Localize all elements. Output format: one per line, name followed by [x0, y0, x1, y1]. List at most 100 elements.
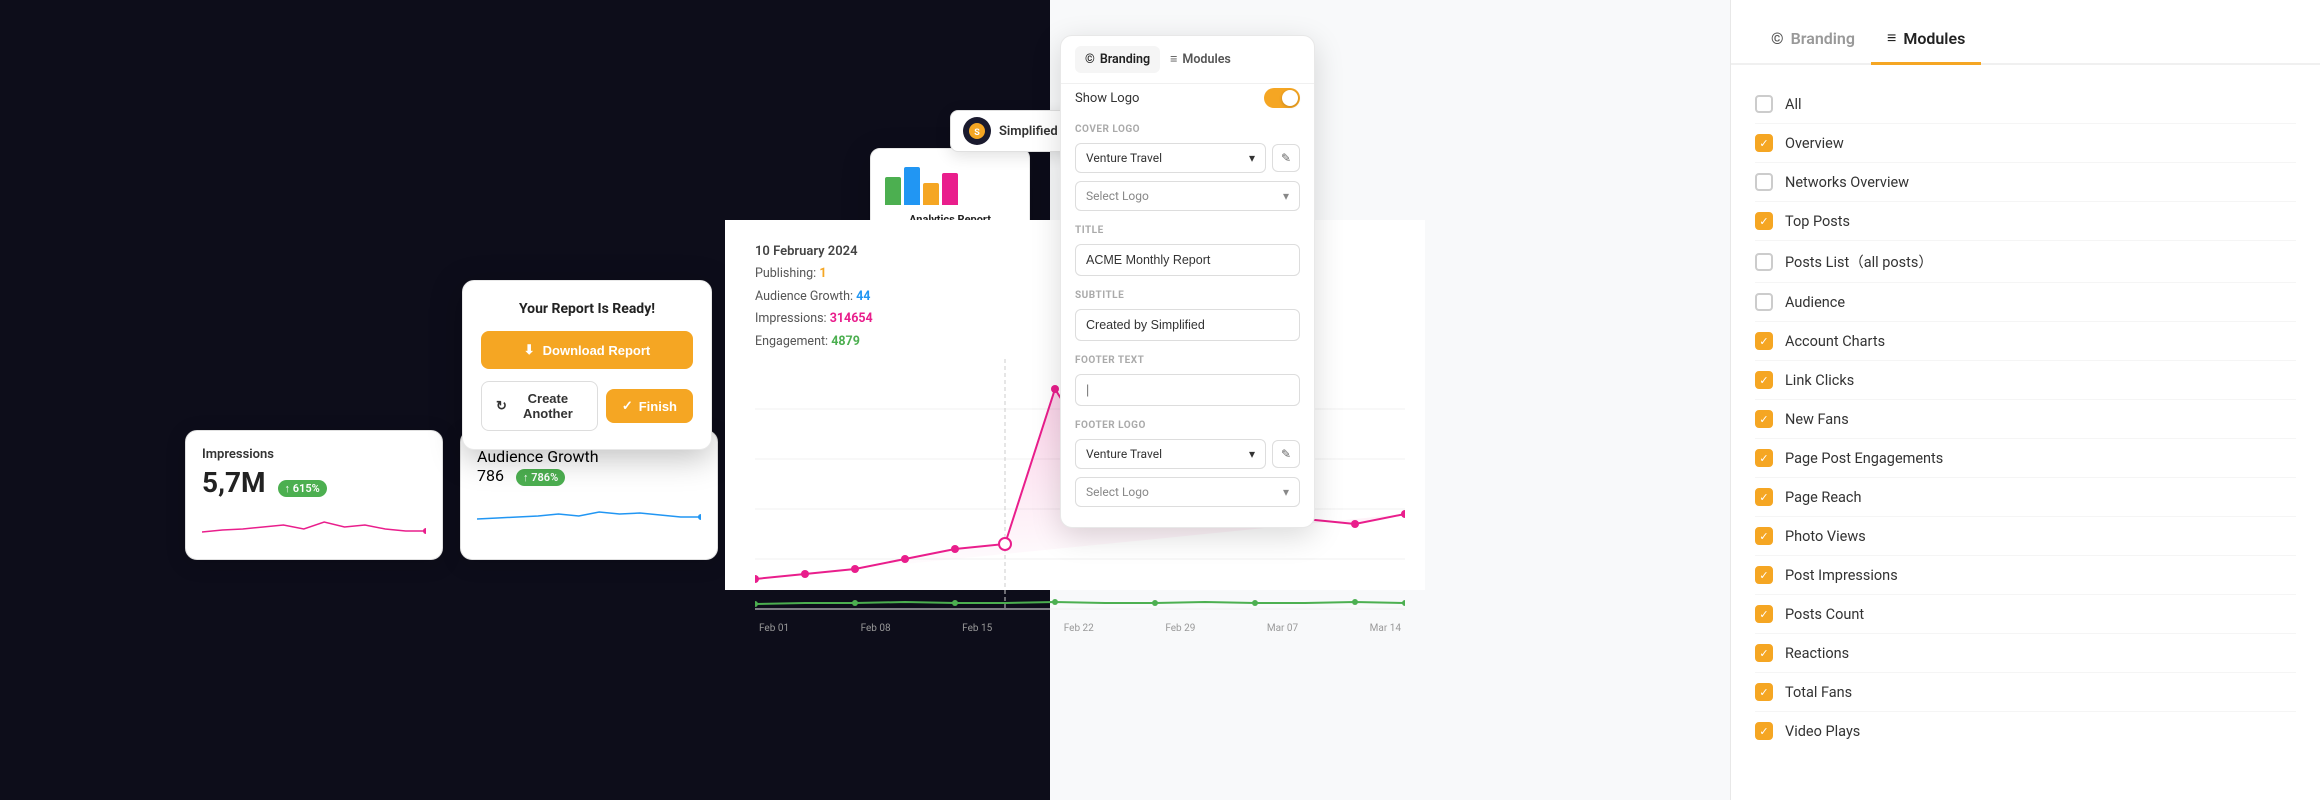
modules-icon-small: ≡	[1170, 52, 1177, 67]
svg-text:S: S	[974, 128, 980, 138]
title-input[interactable]	[1075, 244, 1300, 276]
module-item-link-clicks[interactable]: ✓ Link Clicks	[1755, 361, 2296, 400]
module-item-all[interactable]: All	[1755, 85, 2296, 124]
x-label-7: Mar 14	[1370, 623, 1401, 634]
module-label-all: All	[1785, 96, 1802, 113]
x-label-6: Mar 07	[1267, 623, 1298, 634]
checkbox-top-posts[interactable]: ✓	[1755, 212, 1773, 230]
cover-logo-dropdown[interactable]: Venture Travel ▾	[1075, 143, 1266, 173]
module-item-page-reach[interactable]: ✓ Page Reach	[1755, 478, 2296, 517]
audience-badge: ↑ 786%	[516, 469, 565, 486]
checkbox-posts-list[interactable]	[1755, 253, 1773, 271]
module-label-posts-count: Posts Count	[1785, 606, 1864, 623]
module-label-total-fans: Total Fans	[1785, 684, 1852, 701]
module-item-reactions[interactable]: ✓ Reactions	[1755, 634, 2296, 673]
checkbox-page-reach[interactable]: ✓	[1755, 488, 1773, 506]
checkbox-link-clicks[interactable]: ✓	[1755, 371, 1773, 389]
module-label-page-reach: Page Reach	[1785, 489, 1861, 506]
cover-logo-edit-button[interactable]: ✎	[1272, 144, 1300, 172]
download-label: Download Report	[543, 343, 651, 358]
logo-selector-text: Simplified	[999, 124, 1058, 139]
footer-text-input[interactable]	[1075, 374, 1300, 406]
cover-logo-row: Venture Travel ▾ ✎	[1061, 139, 1314, 177]
module-item-posts-count[interactable]: ✓ Posts Count	[1755, 595, 2296, 634]
module-item-total-fans[interactable]: ✓ Total Fans	[1755, 673, 2296, 712]
checkbox-video-plays[interactable]: ✓	[1755, 722, 1773, 740]
checkbox-account-charts[interactable]: ✓	[1755, 332, 1773, 350]
download-report-button[interactable]: ⬇ Download Report	[481, 331, 693, 369]
module-label-photo-views: Photo Views	[1785, 528, 1866, 545]
module-label-post-impressions: Post Impressions	[1785, 567, 1898, 584]
module-label-overview: Overview	[1785, 135, 1844, 152]
create-another-button[interactable]: ↻ Create Another	[481, 381, 598, 431]
branding-panel-header: © Branding ≡ Modules	[1061, 36, 1314, 84]
module-label-new-fans: New Fans	[1785, 411, 1849, 428]
finish-label: Finish	[639, 399, 677, 414]
edit-icon: ✎	[1281, 447, 1291, 461]
module-item-page-post-engagements[interactable]: ✓ Page Post Engagements	[1755, 439, 2296, 478]
module-label-reactions: Reactions	[1785, 645, 1849, 662]
module-label-link-clicks: Link Clicks	[1785, 372, 1854, 389]
right-panel: © Branding ≡ Modules All ✓ Overview Netw…	[1730, 0, 2320, 800]
module-label-posts-list: Posts List（all posts）	[1785, 251, 1933, 272]
checkbox-audience[interactable]	[1755, 293, 1773, 311]
checkbox-total-fans[interactable]: ✓	[1755, 683, 1773, 701]
audience-value: 786	[477, 466, 504, 485]
modules-list-icon: ≡	[1887, 28, 1896, 48]
checkbox-new-fans[interactable]: ✓	[1755, 410, 1773, 428]
refresh-icon: ↻	[496, 398, 507, 414]
right-tab-modules[interactable]: ≡ Modules	[1871, 18, 1981, 65]
x-label-3: Feb 15	[962, 623, 992, 634]
module-item-new-fans[interactable]: ✓ New Fans	[1755, 400, 2296, 439]
chevron-down-icon: ▾	[1283, 485, 1289, 499]
module-item-overview[interactable]: ✓ Overview	[1755, 124, 2296, 163]
audience-chart	[477, 494, 701, 524]
module-label-top-posts: Top Posts	[1785, 213, 1850, 230]
footer-text-label: FOOTER TEXT	[1061, 345, 1314, 370]
module-item-video-plays[interactable]: ✓ Video Plays	[1755, 712, 2296, 750]
footer-logo-dropdown[interactable]: Venture Travel ▾	[1075, 439, 1266, 469]
module-item-post-impressions[interactable]: ✓ Post Impressions	[1755, 556, 2296, 595]
download-icon: ⬇	[524, 342, 535, 358]
footer-logo-edit-button[interactable]: ✎	[1272, 440, 1300, 468]
title-section-label: TITLE	[1061, 215, 1314, 240]
checkbox-overview[interactable]: ✓	[1755, 134, 1773, 152]
checkbox-photo-views[interactable]: ✓	[1755, 527, 1773, 545]
chevron-down-icon: ▾	[1249, 151, 1255, 165]
bar-green	[885, 177, 901, 205]
branding-panel: © Branding ≡ Modules Show Logo COVER LOG…	[1060, 35, 1315, 528]
copyright-icon: ©	[1771, 29, 1784, 48]
checkbox-posts-count[interactable]: ✓	[1755, 605, 1773, 623]
module-item-photo-views[interactable]: ✓ Photo Views	[1755, 517, 2296, 556]
module-item-account-charts[interactable]: ✓ Account Charts	[1755, 322, 2296, 361]
x-label-1: Feb 01	[759, 623, 789, 634]
module-item-posts-list[interactable]: Posts List（all posts）	[1755, 241, 2296, 283]
module-label-networks-overview: Networks Overview	[1785, 174, 1909, 191]
checkbox-reactions[interactable]: ✓	[1755, 644, 1773, 662]
panel-tab-branding[interactable]: © Branding	[1075, 46, 1160, 73]
module-item-top-posts[interactable]: ✓ Top Posts	[1755, 202, 2296, 241]
modules-list: All ✓ Overview Networks Overview ✓ Top P…	[1731, 65, 2320, 770]
panel-tab-modules[interactable]: ≡ Modules	[1160, 46, 1241, 73]
footer-select-logo-button[interactable]: Select Logo ▾	[1075, 477, 1300, 507]
impressions-chart	[202, 507, 426, 537]
impressions-badge: ↑ 615%	[278, 480, 327, 497]
right-tab-branding[interactable]: © Branding	[1755, 19, 1871, 65]
right-panel-header: © Branding ≡ Modules	[1731, 0, 2320, 65]
checkbox-page-post-engagements[interactable]: ✓	[1755, 449, 1773, 467]
module-item-audience[interactable]: Audience	[1755, 283, 2296, 322]
show-logo-toggle[interactable]	[1264, 88, 1300, 108]
checkbox-networks-overview[interactable]	[1755, 173, 1773, 191]
subtitle-input[interactable]	[1075, 309, 1300, 341]
finish-button[interactable]: ✓ Finish	[606, 389, 693, 423]
bar-pink	[942, 173, 958, 205]
footer-logo-section-label: FOOTER LOGO	[1061, 410, 1314, 435]
impressions-title: Impressions	[202, 447, 426, 462]
module-item-networks-overview[interactable]: Networks Overview	[1755, 163, 2296, 202]
cover-select-logo-button[interactable]: Select Logo ▾	[1075, 181, 1300, 211]
checkbox-all[interactable]	[1755, 95, 1773, 113]
checkbox-post-impressions[interactable]: ✓	[1755, 566, 1773, 584]
analytics-bars	[885, 165, 1015, 205]
chevron-down-icon: ▾	[1249, 447, 1255, 461]
cover-logo-label: COVER LOGO	[1061, 114, 1314, 139]
